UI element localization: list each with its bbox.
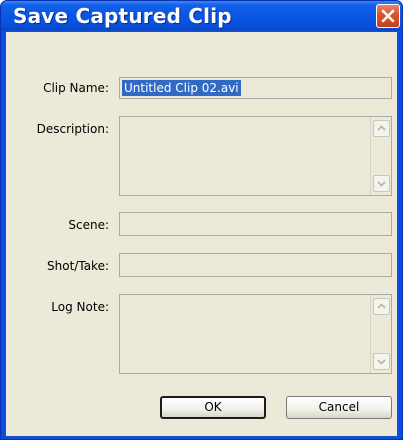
scroll-down-arrow-icon (377, 181, 386, 187)
scroll-up-arrow-icon (377, 125, 386, 131)
scene-label: Scene: (68, 218, 109, 232)
save-captured-clip-dialog: Save Captured Clip Clip Name: Untitled C… (0, 0, 403, 440)
scroll-down-arrow-icon (377, 359, 386, 365)
clip-name-field[interactable]: Untitled Clip 02.avi (119, 77, 392, 99)
clip-name-value: Untitled Clip 02.avi (122, 80, 241, 96)
dialog-body: Clip Name: Untitled Clip 02.avi Descript… (5, 31, 398, 437)
log-note-scroll-up-button[interactable] (373, 298, 390, 315)
dialog-title: Save Captured Clip (13, 4, 232, 28)
description-scroll-up-button[interactable] (373, 120, 390, 137)
description-scroll-down-button[interactable] (373, 175, 390, 192)
log-note-scrollbar[interactable] (370, 295, 391, 373)
log-note-field[interactable] (119, 294, 392, 374)
title-bar[interactable]: Save Captured Clip (1, 1, 402, 31)
shot-take-field[interactable] (119, 253, 392, 277)
cancel-button[interactable]: Cancel (286, 396, 392, 419)
close-button[interactable] (376, 4, 400, 28)
clip-name-label: Clip Name: (43, 81, 109, 95)
log-note-scroll-down-button[interactable] (373, 353, 390, 370)
scene-field[interactable] (119, 212, 392, 236)
shot-take-label: Shot/Take: (47, 259, 109, 273)
close-icon (381, 9, 395, 23)
description-field[interactable] (119, 116, 392, 196)
description-label: Description: (36, 122, 109, 136)
description-scrollbar[interactable] (370, 117, 391, 195)
ok-button[interactable]: OK (160, 396, 266, 419)
log-note-label: Log Note: (51, 300, 109, 314)
scroll-up-arrow-icon (377, 303, 386, 309)
